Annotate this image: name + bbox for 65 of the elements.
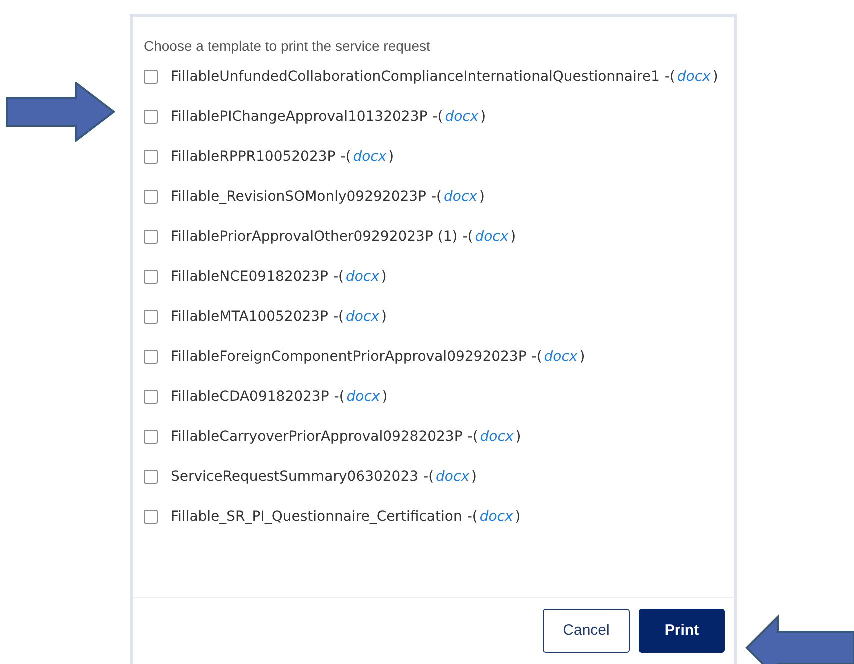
checkbox[interactable]: [144, 70, 158, 84]
docx-link[interactable]: docx: [346, 265, 380, 289]
template-name: FillableNCE09182023P: [171, 268, 328, 287]
docx-link[interactable]: docx: [444, 185, 478, 209]
template-name: FillablePriorApprovalOther09292023P (1): [171, 228, 458, 247]
close-paren: ): [381, 268, 387, 287]
open-paren: -(: [340, 148, 352, 167]
checkbox[interactable]: [144, 350, 158, 364]
docx-link[interactable]: docx: [677, 65, 711, 89]
right-arrow-icon: [6, 82, 116, 142]
close-paren: ): [388, 148, 394, 167]
checkbox[interactable]: [144, 470, 158, 484]
close-paren: ): [515, 508, 521, 527]
docx-link[interactable]: docx: [346, 385, 380, 409]
open-paren: -(: [467, 508, 478, 527]
template-name: FillableRPPR10052023P: [171, 148, 336, 167]
open-paren: -(: [431, 188, 442, 207]
checkbox[interactable]: [144, 270, 158, 284]
docx-link[interactable]: docx: [445, 105, 479, 129]
docx-link[interactable]: docx: [436, 465, 470, 489]
open-paren: -(: [333, 268, 344, 287]
open-paren: -(: [424, 468, 434, 487]
docx-link[interactable]: docx: [346, 305, 380, 329]
template-name: FillablePIChangeApproval10132023P: [171, 108, 428, 127]
template-name: FillableMTA10052023P: [171, 308, 328, 327]
checkbox[interactable]: [144, 310, 158, 324]
template-name: FillableForeignComponentPriorApproval09292023P: [171, 348, 527, 367]
close-paren: ): [516, 428, 522, 447]
docx-link[interactable]: docx: [480, 425, 514, 449]
close-paren: ): [580, 348, 586, 367]
close-paren: ): [479, 188, 485, 207]
docx-link[interactable]: docx: [475, 225, 509, 249]
close-paren: ): [471, 468, 477, 487]
left-arrow-icon: [745, 614, 854, 664]
close-paren: ): [480, 108, 486, 127]
checkbox[interactable]: [144, 390, 158, 404]
open-paren: -(: [532, 348, 542, 367]
open-paren: -(: [334, 308, 344, 327]
close-paren: ): [510, 228, 516, 247]
checkbox[interactable]: [144, 230, 158, 244]
close-paren: ): [712, 68, 718, 87]
cancel-button[interactable]: Cancel: [543, 609, 630, 653]
docx-link[interactable]: docx: [480, 505, 514, 529]
close-paren: ): [382, 388, 388, 407]
checkbox[interactable]: [144, 110, 158, 124]
open-paren: -(: [664, 68, 676, 87]
print-button[interactable]: Print: [639, 609, 725, 653]
template-name: FillableUnfundedCollaborationComplianceInternationalQuestionnaire1: [171, 68, 660, 87]
docx-link[interactable]: docx: [353, 145, 387, 169]
checkbox[interactable]: [144, 150, 158, 164]
template-name: Fillable_SR_PI_Questionnaire_Certification: [171, 508, 462, 527]
template-name: ServiceRequestSummary06302023: [171, 468, 419, 487]
open-paren: -(: [334, 388, 345, 407]
template-name: FillableCDA09182023P: [171, 388, 330, 407]
template-name: Fillable_RevisionSOMonly09292023P: [171, 188, 426, 207]
checkbox[interactable]: [144, 190, 158, 204]
docx-link[interactable]: docx: [544, 345, 578, 369]
open-paren: -(: [462, 228, 474, 247]
checkbox[interactable]: [144, 430, 158, 444]
close-paren: ): [381, 308, 387, 327]
open-paren: -(: [468, 428, 478, 447]
open-paren: -(: [432, 108, 444, 127]
instruction-text: Choose a template to print the service request: [144, 37, 432, 56]
template-name: FillableCarryoverPriorApproval09282023P: [171, 428, 463, 447]
checkbox[interactable]: [144, 510, 158, 524]
